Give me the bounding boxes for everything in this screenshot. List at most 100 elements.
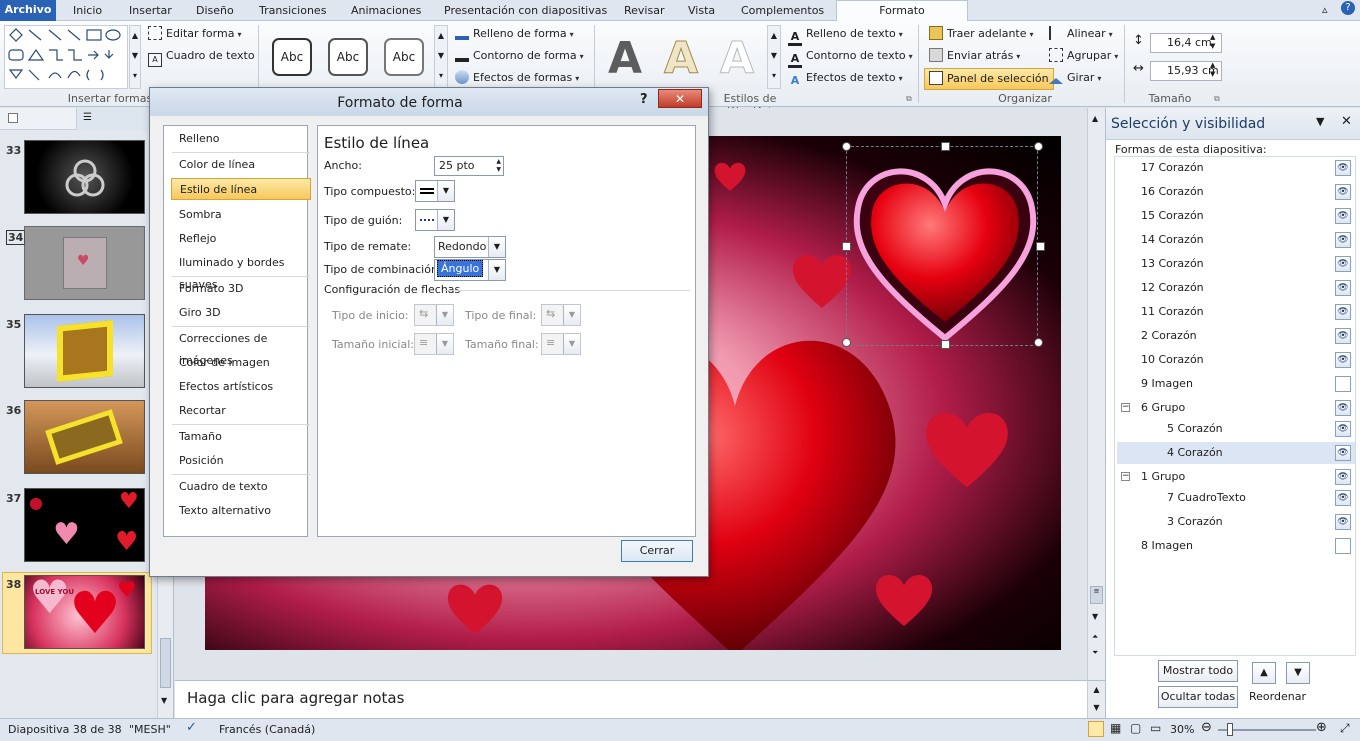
tab-slideshow[interactable]: Presentación con diapositivas	[444, 3, 607, 21]
shape-style-2[interactable]: Abc	[328, 38, 368, 76]
zoom-in-icon[interactable]: ⊕	[1316, 720, 1327, 735]
resize-handle[interactable]	[941, 340, 950, 349]
move-down-icon[interactable]: ▼	[1286, 662, 1310, 684]
category-item[interactable]: Relleno	[171, 128, 311, 150]
visibility-hidden-icon[interactable]	[1335, 538, 1351, 554]
shape-row[interactable]: 17 Corazón 👁	[1117, 157, 1355, 179]
slideshow-view-icon[interactable]: ▭	[1150, 721, 1161, 735]
align-button[interactable]: Alinear ▾	[1049, 24, 1113, 44]
shape-row[interactable]: 8 Imagen	[1117, 535, 1355, 557]
height-spinner-icon[interactable]: ▲ ▼	[1210, 33, 1215, 51]
rotate-button[interactable]: Girar ▾	[1049, 68, 1101, 88]
send-backward-button[interactable]: Enviar atrás ▾	[929, 46, 1020, 66]
join-type-dropdown[interactable]: Ángulo ▼	[434, 259, 506, 281]
zoom-level[interactable]: 30%	[1170, 723, 1194, 736]
shape-effects-button[interactable]: Efectos de formas ▾	[455, 68, 579, 88]
visibility-eye-icon[interactable]: 👁	[1335, 514, 1351, 530]
visibility-eye-icon[interactable]: 👁	[1335, 352, 1351, 368]
tab-design[interactable]: Diseño	[196, 3, 234, 21]
notes-pane[interactable]: Haga clic para agregar notas ▲ ▼	[175, 680, 1105, 719]
shape-style-3[interactable]: Abc	[384, 38, 424, 76]
category-item[interactable]: Formato 3D	[171, 278, 311, 300]
dialog-titlebar[interactable]: Formato de forma ? ✕	[150, 88, 708, 116]
edit-shape-button[interactable]: Editar forma ▾	[148, 24, 241, 44]
compound-type-dropdown[interactable]: ▼	[415, 180, 455, 202]
resize-handle[interactable]	[1036, 242, 1045, 251]
tab-view[interactable]: Vista	[688, 3, 715, 21]
category-item[interactable]: Cuadro de texto	[171, 476, 311, 498]
bring-forward-button[interactable]: Traer adelante ▾	[929, 24, 1034, 44]
text-effects-button[interactable]: A Efectos de texto ▾	[788, 68, 903, 88]
visibility-eye-icon[interactable]: 👁	[1335, 184, 1351, 200]
category-item[interactable]: Efectos artísticos	[171, 376, 311, 398]
shape-row[interactable]: 5 Corazón 👁	[1117, 418, 1355, 440]
scroll-down-icon[interactable]: ▼	[1092, 612, 1098, 621]
reading-view-icon[interactable]: ▢	[1130, 721, 1141, 735]
thumbnails-scroll-thumb[interactable]	[160, 638, 171, 688]
visibility-eye-icon[interactable]: 👁	[1335, 445, 1351, 461]
category-item[interactable]: Correcciones de imágenes	[171, 328, 311, 367]
category-item-selected[interactable]: Estilo de línea	[171, 178, 311, 200]
shape-row[interactable]: 4 Corazón 👁	[1117, 442, 1355, 464]
visibility-hidden-icon[interactable]	[1335, 376, 1351, 392]
end-size-dropdown[interactable]: ≡ ▼	[541, 333, 581, 355]
previous-slide-icon[interactable]: ⏶	[1092, 632, 1098, 642]
cap-type-dropdown[interactable]: Redondo ▼	[434, 236, 506, 258]
category-item[interactable]: Posición	[171, 450, 311, 472]
tab-format[interactable]: Formato	[836, 0, 968, 22]
minimize-ribbon-icon[interactable]: ▵	[1322, 3, 1328, 16]
end-type-dropdown[interactable]: ⇆ ▼	[541, 304, 581, 326]
shapes-gallery[interactable]	[4, 25, 128, 89]
visibility-eye-icon[interactable]: 👁	[1335, 232, 1351, 248]
small-heart-shape[interactable]	[870, 566, 938, 628]
small-heart-shape[interactable]	[920, 400, 1014, 490]
spelling-check-icon[interactable]: ✓	[186, 720, 197, 735]
text-outline-button[interactable]: A Contorno de texto ▾	[788, 46, 913, 68]
slide-thumbnail-38[interactable]: ♥ LOVE YOU ♥ ♥	[24, 570, 145, 649]
tab-transitions[interactable]: Transiciones	[259, 3, 326, 21]
width-spinner-icon[interactable]: ▲ ▼	[1210, 61, 1215, 79]
tab-insert[interactable]: Insertar	[129, 3, 172, 21]
resize-handle[interactable]	[1034, 338, 1043, 347]
category-item[interactable]: Texto alternativo	[171, 500, 311, 522]
visibility-eye-icon[interactable]: 👁	[1335, 208, 1351, 224]
tab-animations[interactable]: Animaciones	[351, 3, 421, 21]
shape-row[interactable]: 2 Corazón 👁	[1117, 325, 1355, 347]
slide-thumbnail-33[interactable]	[24, 140, 145, 214]
shape-row[interactable]: 3 Corazón 👁	[1117, 511, 1355, 533]
category-item[interactable]: Recortar	[171, 400, 311, 422]
wordart-style-2[interactable]: A	[663, 34, 698, 83]
shape-row[interactable]: 10 Corazón 👁	[1117, 349, 1355, 371]
slides-tab-icon[interactable]	[8, 113, 18, 123]
next-slide-icon[interactable]: ⏷	[1092, 648, 1098, 658]
shape-row[interactable]: 9 Imagen	[1117, 373, 1355, 395]
category-item[interactable]: Reflejo	[171, 228, 311, 250]
category-item[interactable]: Tamaño	[171, 426, 311, 448]
group-button[interactable]: Agrupar ▾	[1049, 46, 1118, 66]
tab-home[interactable]: Inicio	[73, 3, 102, 21]
slide-thumbnail-34[interactable]: ♥	[24, 226, 145, 300]
resize-handle[interactable]	[842, 242, 851, 251]
slide-thumbnail-37[interactable]: ♥ ♥ ♥ ●	[24, 488, 145, 562]
small-heart-shape[interactable]	[790, 246, 854, 310]
slide-thumbnail-35[interactable]	[24, 314, 145, 388]
notes-scrollbar[interactable]: ▲ ▼	[1087, 681, 1105, 719]
selection-pane-button[interactable]: Panel de selección	[924, 68, 1054, 90]
shape-row[interactable]: 14 Corazón 👁	[1117, 229, 1355, 251]
dialog-close-button[interactable]: ✕	[658, 89, 702, 108]
shapes-gallery-scroll[interactable]: ▲ ▼ ▾	[129, 25, 141, 89]
visibility-eye-icon[interactable]: 👁	[1335, 304, 1351, 320]
slide-scroll-thumb[interactable]: ≡	[1090, 586, 1103, 604]
visibility-eye-icon[interactable]: 👁	[1335, 280, 1351, 296]
shape-row[interactable]: 16 Corazón 👁	[1117, 181, 1355, 203]
dialog-launcher-icon[interactable]: ⧉	[906, 94, 912, 104]
visibility-eye-icon[interactable]: 👁	[1335, 328, 1351, 344]
visibility-eye-icon[interactable]: 👁	[1335, 421, 1351, 437]
hide-all-button[interactable]: Ocultar todas	[1158, 686, 1238, 708]
show-all-button[interactable]: Mostrar todo	[1158, 660, 1238, 682]
collapse-toggle-icon[interactable]: −	[1121, 472, 1130, 481]
shape-style-1[interactable]: Abc	[272, 38, 312, 76]
visibility-eye-icon[interactable]: 👁	[1335, 400, 1351, 416]
resize-handle[interactable]	[1034, 142, 1043, 151]
shape-fill-button[interactable]: Relleno de forma ▾	[455, 24, 574, 44]
